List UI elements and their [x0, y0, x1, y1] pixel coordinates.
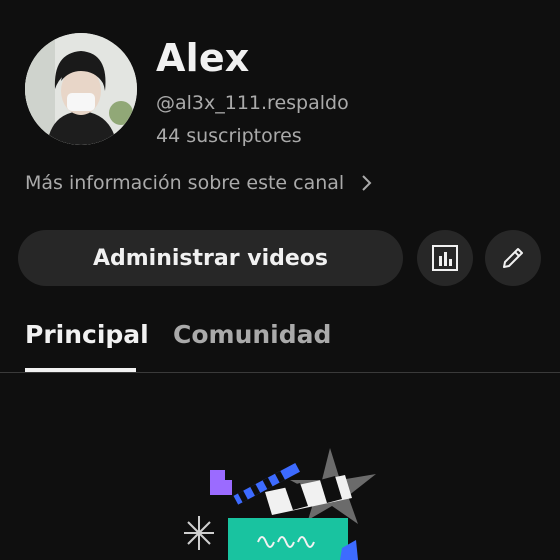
- empty-state-illustration: [184, 448, 376, 560]
- analytics-button[interactable]: [417, 230, 473, 286]
- channel-name: Alex: [156, 36, 250, 80]
- channel-tabs: Principal Comunidad: [0, 300, 560, 373]
- pencil-icon: [503, 248, 523, 268]
- active-tab-indicator: [25, 368, 136, 372]
- more-info-link[interactable]: Más información sobre este canal: [25, 172, 374, 194]
- channel-avatar[interactable]: [25, 33, 137, 145]
- channel-handle: @al3x_111.respaldo: [156, 92, 349, 114]
- subscriber-count: 44 suscriptores: [156, 125, 302, 147]
- edit-channel-button[interactable]: [485, 230, 541, 286]
- bar-chart-icon: [432, 245, 458, 271]
- avatar-photo: [25, 33, 137, 145]
- tab-principal[interactable]: Principal: [25, 320, 149, 365]
- tab-comunidad[interactable]: Comunidad: [173, 320, 331, 365]
- chevron-right-icon: [362, 175, 372, 191]
- manage-videos-button[interactable]: Administrar videos: [18, 230, 403, 286]
- more-info-label: Más información sobre este canal: [25, 172, 345, 194]
